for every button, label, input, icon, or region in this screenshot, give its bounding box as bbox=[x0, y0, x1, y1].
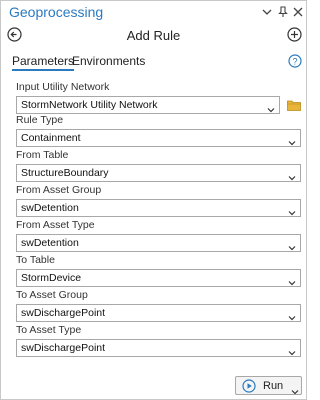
chevron-down-icon[interactable] bbox=[288, 274, 296, 286]
tool-header: Add Rule bbox=[1, 25, 306, 47]
from-table-select[interactable]: StructureBoundary bbox=[16, 164, 301, 182]
param-value: swDetention bbox=[21, 237, 79, 249]
param-from-asset-type: From Asset Type swDetention bbox=[16, 219, 301, 252]
param-from-asset-group: From Asset Group swDetention bbox=[16, 184, 301, 217]
pane-titlebar: Geoprocessing bbox=[1, 1, 306, 25]
input-utility-network-select[interactable]: StormNetwork Utility Network bbox=[16, 96, 280, 114]
param-value: StormNetwork Utility Network bbox=[21, 99, 158, 111]
param-value: StormDevice bbox=[21, 272, 82, 284]
param-value: Containment bbox=[21, 132, 81, 144]
to-asset-group-select[interactable]: swDischargePoint bbox=[16, 304, 301, 322]
param-value: swDischargePoint bbox=[21, 307, 106, 319]
param-value: StructureBoundary bbox=[21, 167, 109, 179]
help-icon[interactable]: ? bbox=[288, 54, 302, 68]
chevron-down-icon[interactable] bbox=[291, 383, 299, 395]
param-label: To Table bbox=[16, 254, 55, 266]
dropdown-menu-icon[interactable] bbox=[261, 6, 273, 18]
param-to-asset-type: To Asset Type swDischargePoint bbox=[16, 324, 301, 357]
folder-icon[interactable] bbox=[287, 98, 301, 111]
play-icon bbox=[242, 379, 256, 393]
pane-title: Geoprocessing bbox=[9, 4, 104, 20]
param-value: swDischargePoint bbox=[21, 342, 106, 354]
param-label: To Asset Type bbox=[16, 324, 82, 336]
to-asset-type-select[interactable]: swDischargePoint bbox=[16, 339, 301, 357]
run-label: Run bbox=[263, 380, 284, 392]
from-asset-group-select[interactable]: swDetention bbox=[16, 199, 301, 217]
pin-icon[interactable] bbox=[277, 6, 289, 18]
param-label: Rule Type bbox=[16, 114, 64, 126]
chevron-down-icon[interactable] bbox=[288, 169, 296, 181]
from-asset-type-select[interactable]: swDetention bbox=[16, 234, 301, 252]
to-table-select[interactable]: StormDevice bbox=[16, 269, 301, 287]
chevron-down-icon[interactable] bbox=[288, 204, 296, 216]
chevron-down-icon[interactable] bbox=[288, 344, 296, 356]
rule-type-select[interactable]: Containment bbox=[16, 129, 301, 147]
close-icon[interactable] bbox=[292, 6, 304, 18]
chevron-down-icon[interactable] bbox=[267, 101, 275, 113]
param-label: Input Utility Network bbox=[16, 81, 110, 93]
param-label: From Asset Group bbox=[16, 184, 102, 196]
tool-title: Add Rule bbox=[126, 28, 181, 43]
param-from-table: From Table StructureBoundary bbox=[16, 149, 301, 182]
chevron-down-icon[interactable] bbox=[288, 239, 296, 251]
svg-text:?: ? bbox=[292, 56, 297, 66]
tab-environments[interactable]: Environments bbox=[72, 54, 145, 68]
param-to-asset-group: To Asset Group swDischargePoint bbox=[16, 289, 301, 322]
geoprocessing-pane: Geoprocessing Add Rule Parameters Enviro… bbox=[0, 0, 307, 400]
param-value: swDetention bbox=[21, 202, 79, 214]
param-label: From Asset Type bbox=[16, 219, 95, 231]
param-input-utility-network: Input Utility Network StormNetwork Utili… bbox=[16, 81, 301, 114]
chevron-down-icon[interactable] bbox=[288, 309, 296, 321]
pane-footer: Run bbox=[1, 374, 306, 399]
tab-strip: Parameters Environments ? bbox=[1, 53, 306, 73]
add-plus-icon[interactable] bbox=[287, 27, 302, 42]
param-rule-type: Rule Type Containment bbox=[16, 114, 301, 147]
param-label: To Asset Group bbox=[16, 289, 88, 301]
tab-parameters[interactable]: Parameters bbox=[12, 54, 75, 71]
chevron-down-icon[interactable] bbox=[288, 134, 296, 146]
run-button[interactable]: Run bbox=[235, 376, 302, 395]
param-label: From Table bbox=[16, 149, 69, 161]
param-to-table: To Table StormDevice bbox=[16, 254, 301, 287]
